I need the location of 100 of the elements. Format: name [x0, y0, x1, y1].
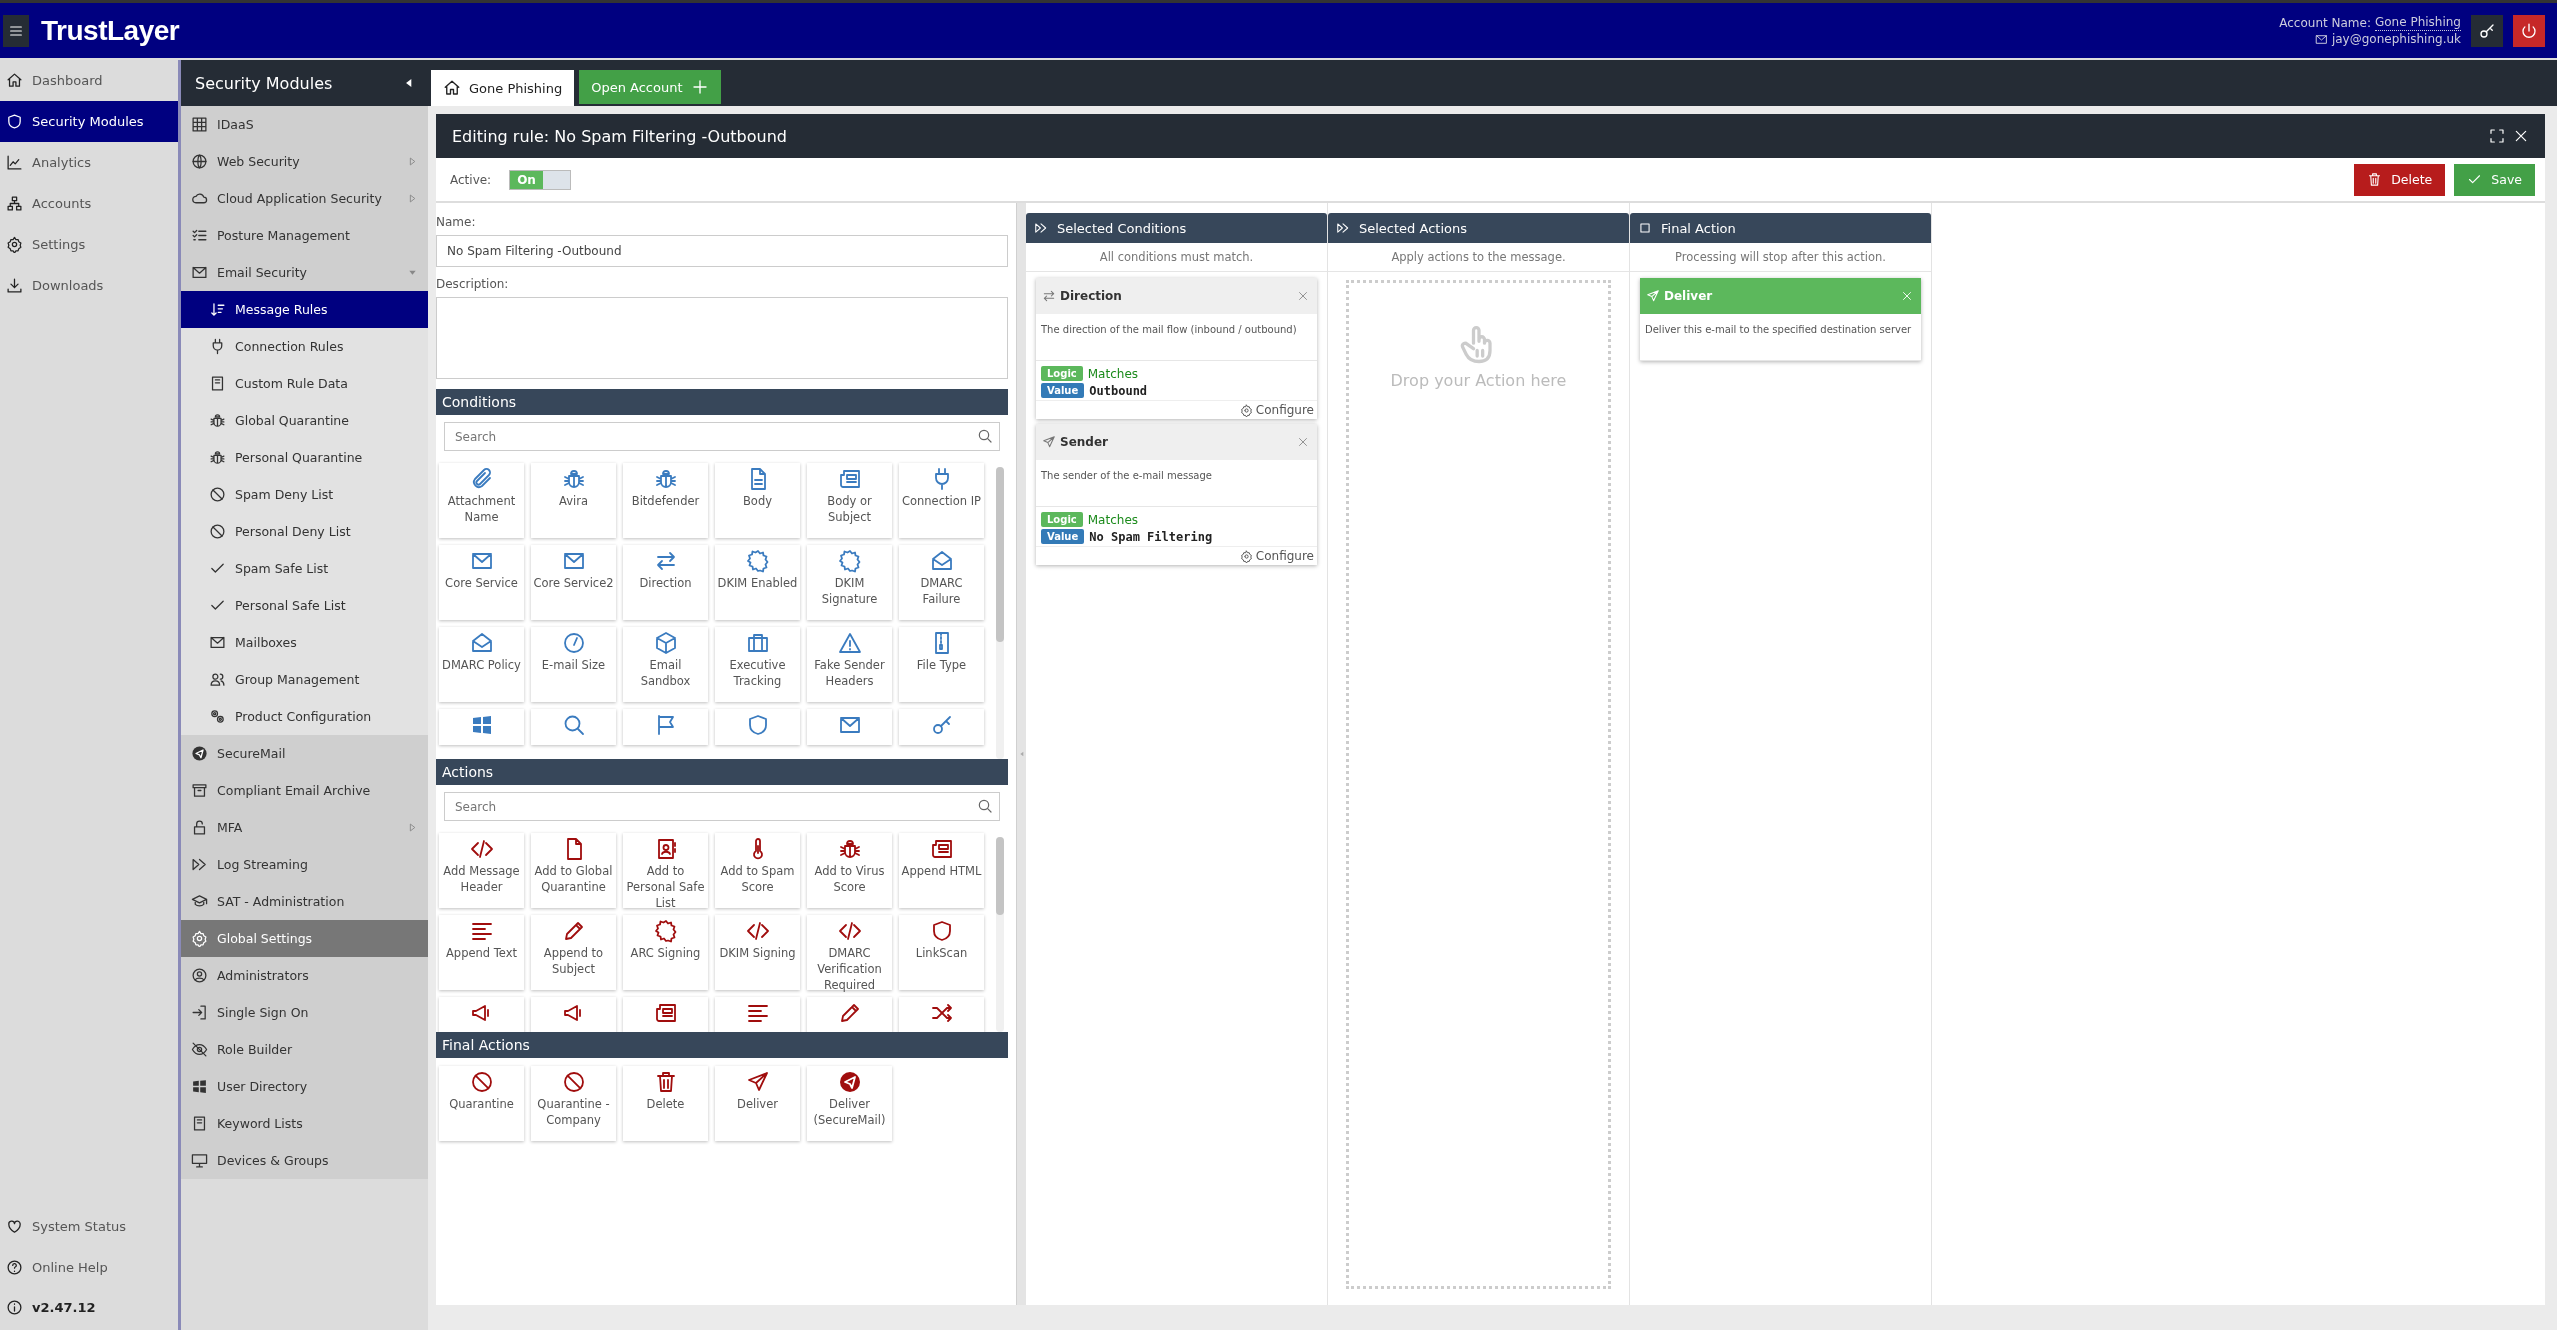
- account-name-link[interactable]: Gone Phishing: [2374, 14, 2461, 31]
- submodule-item[interactable]: Spam Safe List: [181, 550, 428, 587]
- tile-button[interactable]: Delete: [623, 1066, 708, 1141]
- tile-button[interactable]: Append Text: [439, 915, 524, 990]
- module-item[interactable]: Administrators: [181, 957, 428, 994]
- nav-link[interactable]: System Status: [0, 1206, 178, 1247]
- tile-button[interactable]: Attachment Name: [439, 463, 524, 538]
- tile-button[interactable]: [531, 709, 616, 745]
- nav-item[interactable]: Dashboard: [0, 60, 178, 101]
- tile-button[interactable]: Connection IP: [899, 463, 984, 538]
- key-button[interactable]: [2471, 14, 2503, 47]
- tile-button[interactable]: DMARC Verification Required: [807, 915, 892, 990]
- submodule-item[interactable]: Message Rules: [181, 291, 428, 328]
- submodule-item[interactable]: Personal Deny List: [181, 513, 428, 550]
- module-item[interactable]: Posture Management: [181, 217, 428, 254]
- tile-button[interactable]: Email Sandbox: [623, 627, 708, 702]
- delete-button[interactable]: Delete: [2354, 163, 2446, 196]
- tile-button[interactable]: DKIM Signing: [715, 915, 800, 990]
- fullscreen-button[interactable]: [2487, 126, 2507, 146]
- tile-button[interactable]: Executive Tracking: [715, 627, 800, 702]
- tile-button[interactable]: [807, 709, 892, 745]
- tile-button[interactable]: File Type: [899, 627, 984, 702]
- tile-button[interactable]: Add to Spam Score: [715, 833, 800, 908]
- menu-button[interactable]: [3, 14, 29, 47]
- nav-item[interactable]: Downloads: [0, 265, 178, 306]
- module-item[interactable]: Email Security: [181, 254, 428, 291]
- tile-button[interactable]: Append HTML: [899, 833, 984, 908]
- submodule-item[interactable]: Global Quarantine: [181, 402, 428, 439]
- configure-link[interactable]: Configure: [1239, 403, 1314, 417]
- submodule-item[interactable]: Custom Rule Data: [181, 365, 428, 402]
- tile-button[interactable]: [439, 709, 524, 745]
- submodule-item[interactable]: Personal Safe List: [181, 587, 428, 624]
- tile-button[interactable]: Fake Sender Headers: [807, 627, 892, 702]
- tile-button[interactable]: Add to Personal Safe List: [623, 833, 708, 908]
- submodule-item[interactable]: Mailboxes: [181, 624, 428, 661]
- tile-button[interactable]: Core Service2: [531, 545, 616, 620]
- tile-button[interactable]: Avira: [531, 463, 616, 538]
- tile-button[interactable]: Quarantine - Company: [531, 1066, 616, 1141]
- description-field[interactable]: [436, 297, 1008, 379]
- module-item[interactable]: Keyword Lists: [181, 1105, 428, 1142]
- module-item[interactable]: Log Streaming: [181, 846, 428, 883]
- module-item[interactable]: Cloud Application Security: [181, 180, 428, 217]
- nav-item[interactable]: Security Modules: [0, 101, 178, 142]
- module-item[interactable]: IDaaS: [181, 106, 428, 143]
- tile-button[interactable]: Add to Global Quarantine: [531, 833, 616, 908]
- tile-button[interactable]: Deliver (SecureMail): [807, 1066, 892, 1141]
- tile-button[interactable]: Append to Subject: [531, 915, 616, 990]
- search-field[interactable]: Search: [444, 792, 1000, 821]
- module-item[interactable]: Compliant Email Archive: [181, 772, 428, 809]
- tile-button[interactable]: LinkScan: [899, 915, 984, 990]
- module-item[interactable]: MFA: [181, 809, 428, 846]
- tile-button[interactable]: [899, 709, 984, 745]
- logout-button[interactable]: [2513, 14, 2545, 47]
- nav-link[interactable]: Online Help: [0, 1247, 178, 1288]
- tile-button[interactable]: Add Message Header: [439, 833, 524, 908]
- tile-button[interactable]: [623, 997, 708, 1032]
- tile-button[interactable]: Add to Virus Score: [807, 833, 892, 908]
- configure-link[interactable]: Configure: [1239, 549, 1314, 563]
- tile-button[interactable]: DMARC Failure: [899, 545, 984, 620]
- scrollbar[interactable]: [996, 467, 1004, 759]
- tile-button[interactable]: [623, 709, 708, 745]
- module-item[interactable]: Devices & Groups: [181, 1142, 428, 1179]
- tab[interactable]: Gone Phishing: [431, 70, 575, 106]
- submodule-item[interactable]: Product Configuration: [181, 698, 428, 735]
- search-field[interactable]: Search: [444, 422, 1000, 451]
- module-item[interactable]: Global Settings: [181, 920, 428, 957]
- module-item[interactable]: SAT - Administration: [181, 883, 428, 920]
- module-item[interactable]: Web Security: [181, 143, 428, 180]
- tile-button[interactable]: [531, 997, 616, 1032]
- tile-button[interactable]: DMARC Policy: [439, 627, 524, 702]
- submodule-item[interactable]: Spam Deny List: [181, 476, 428, 513]
- tile-button[interactable]: [715, 709, 800, 745]
- tile-button[interactable]: Body or Subject: [807, 463, 892, 538]
- tile-button[interactable]: Body: [715, 463, 800, 538]
- tile-button[interactable]: Deliver: [715, 1066, 800, 1141]
- module-item[interactable]: User Directory: [181, 1068, 428, 1105]
- scrollbar[interactable]: [996, 837, 1004, 1032]
- tile-button[interactable]: Quarantine: [439, 1066, 524, 1141]
- tile-button[interactable]: [715, 997, 800, 1032]
- submodule-item[interactable]: Personal Quarantine: [181, 439, 428, 476]
- tile-button[interactable]: Core Service: [439, 545, 524, 620]
- name-field[interactable]: No Spam Filtering -Outbound: [436, 235, 1008, 267]
- tile-button[interactable]: E-mail Size: [531, 627, 616, 702]
- tile-button[interactable]: [899, 997, 984, 1032]
- tile-button[interactable]: Bitdefender: [623, 463, 708, 538]
- module-item[interactable]: Single Sign On: [181, 994, 428, 1031]
- tile-button[interactable]: [807, 997, 892, 1032]
- tile-button[interactable]: DKIM Enabled: [715, 545, 800, 620]
- module-item[interactable]: Role Builder: [181, 1031, 428, 1068]
- module-item[interactable]: SecureMail: [181, 735, 428, 772]
- nav-item[interactable]: Analytics: [0, 142, 178, 183]
- submodule-item[interactable]: Connection Rules: [181, 328, 428, 365]
- submodule-item[interactable]: Group Management: [181, 661, 428, 698]
- nav-item[interactable]: Settings: [0, 224, 178, 265]
- tile-button[interactable]: DKIM Signature: [807, 545, 892, 620]
- tile-button[interactable]: ARC Signing: [623, 915, 708, 990]
- tile-button[interactable]: Direction: [623, 545, 708, 620]
- badge-icon: [745, 549, 770, 573]
- tile-button[interactable]: [439, 997, 524, 1032]
- nav-item[interactable]: Accounts: [0, 183, 178, 224]
